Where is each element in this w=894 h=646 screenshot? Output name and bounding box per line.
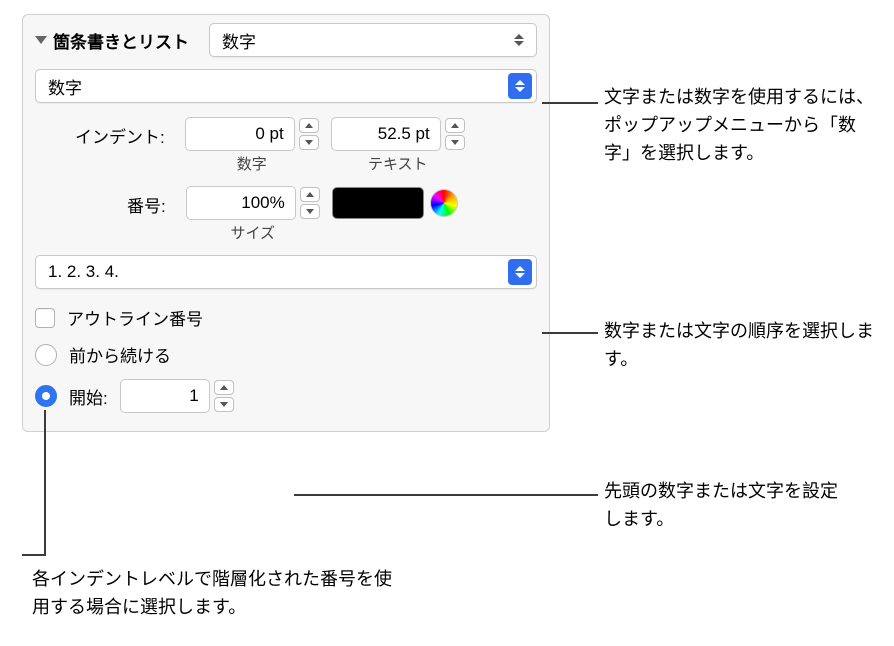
list-style-popup[interactable]: 数字: [209, 23, 537, 57]
stepper-up-icon[interactable]: [299, 118, 319, 133]
number-type-popup[interactable]: 数字: [35, 69, 537, 103]
disclosure-triangle-icon[interactable]: [35, 36, 47, 44]
indent-label: インデント:: [75, 117, 173, 148]
number-size-field[interactable]: [186, 186, 296, 220]
stepper-down-icon[interactable]: [214, 397, 234, 412]
callout-outline: 各インデントレベルで階層化された番号を使用する場合に選択します。: [32, 566, 392, 622]
start-from-stepper[interactable]: [214, 380, 234, 412]
indent-text-field[interactable]: [331, 117, 441, 151]
continue-radio[interactable]: [35, 344, 57, 366]
section-header[interactable]: 箇条書きとリスト: [35, 28, 189, 53]
number-format-popup[interactable]: 1. 2. 3. 4.: [35, 255, 537, 289]
number-type-value: 数字: [48, 74, 82, 99]
start-from-radio[interactable]: [35, 385, 57, 407]
callout-start: 先頭の数字または文字を設定します。: [604, 478, 854, 534]
start-from-field[interactable]: [120, 379, 210, 413]
indent-text-sublabel: テキスト: [331, 153, 465, 174]
callout-type: 文字または数字を使用するには、ポップアップメニューから「数字」を選択します。: [604, 84, 874, 168]
callout-line: [294, 494, 598, 496]
indent-text-stepper[interactable]: [445, 118, 465, 150]
indent-number-field[interactable]: [185, 117, 295, 151]
number-format-value: 1. 2. 3. 4.: [48, 262, 119, 282]
updown-icon: [508, 259, 532, 285]
callout-line: [22, 554, 46, 556]
outline-numbering-label: アウトライン番号: [67, 305, 203, 330]
stepper-up-icon[interactable]: [300, 187, 320, 202]
stepper-up-icon[interactable]: [214, 380, 234, 395]
color-wheel-icon[interactable]: [430, 189, 458, 217]
number-size-stepper[interactable]: [300, 187, 320, 219]
section-title: 箇条書きとリスト: [53, 28, 189, 53]
stepper-down-icon[interactable]: [299, 135, 319, 150]
list-style-value: 数字: [222, 28, 256, 53]
number-label: 番号:: [127, 186, 174, 217]
continue-radio-label: 前から続ける: [69, 342, 171, 367]
color-swatch[interactable]: [332, 187, 424, 219]
callout-line: [44, 410, 46, 554]
updown-icon: [508, 73, 532, 99]
bullets-lists-panel: 箇条書きとリスト 数字 数字 インデント: 数字: [22, 14, 550, 432]
outline-numbering-checkbox[interactable]: [35, 308, 55, 328]
callout-line: [542, 102, 598, 104]
callout-format: 数字または文字の順序を選択します。: [604, 318, 874, 374]
indent-number-stepper[interactable]: [299, 118, 319, 150]
updown-icon: [506, 27, 532, 53]
number-size-sublabel: サイズ: [186, 222, 320, 243]
stepper-down-icon[interactable]: [300, 204, 320, 219]
indent-number-sublabel: 数字: [185, 153, 319, 174]
stepper-up-icon[interactable]: [445, 118, 465, 133]
start-from-label: 開始:: [69, 384, 108, 409]
stepper-down-icon[interactable]: [445, 135, 465, 150]
callout-line: [542, 332, 598, 334]
